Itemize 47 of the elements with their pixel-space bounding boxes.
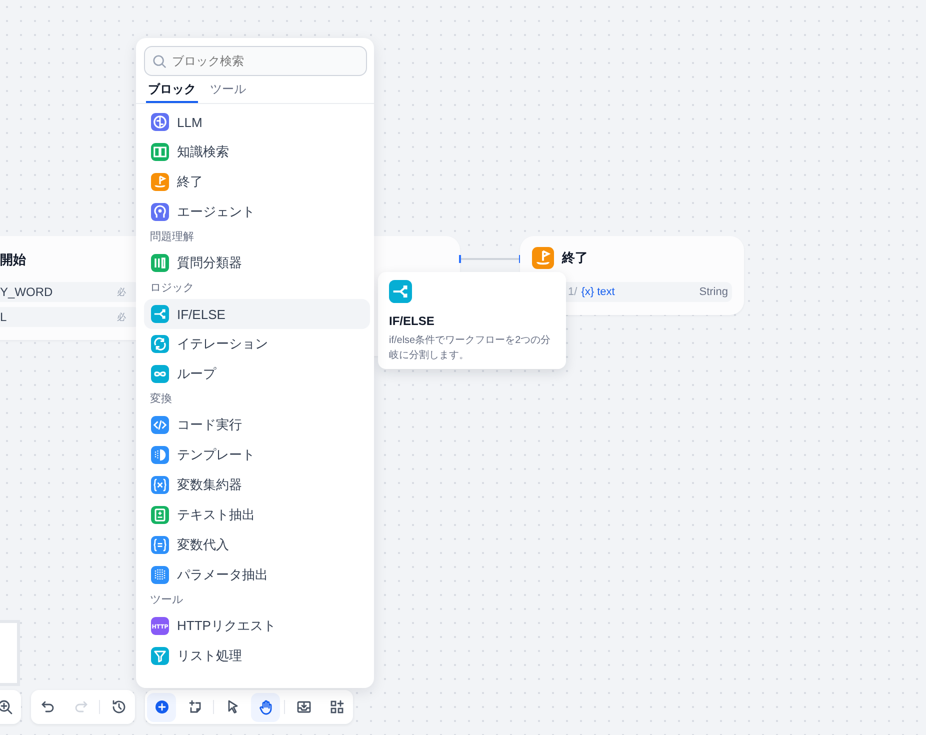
variable-name: Y_WORD: [0, 285, 53, 299]
export-icon: [296, 699, 312, 715]
tooltip-title: IF/ELSE: [389, 314, 436, 328]
undo-icon: [40, 699, 56, 715]
variable-name: L: [0, 310, 7, 324]
required-label: 必: [117, 310, 126, 324]
block-item[interactable]: LLM: [144, 107, 370, 137]
redo-icon: [72, 699, 88, 715]
hand-button[interactable]: [251, 692, 280, 722]
variable-type: String: [699, 286, 728, 298]
node-title: 開始: [0, 251, 27, 269]
block-item[interactable]: 変数代入: [144, 530, 370, 560]
add-button[interactable]: [147, 692, 176, 722]
block-item[interactable]: リスト処理: [144, 641, 370, 671]
history-icon: [110, 699, 126, 715]
block-item[interactable]: テンプレート: [144, 440, 370, 470]
group-heading: 変換: [149, 392, 173, 407]
block-item[interactable]: 終了: [144, 167, 370, 197]
tab[interactable]: ツール: [208, 78, 248, 103]
block-item[interactable]: IF/ELSE: [144, 299, 370, 329]
block-item[interactable]: パラメータ抽出: [144, 560, 370, 590]
add-icon: [154, 699, 170, 715]
tab[interactable]: ブロック: [146, 78, 198, 103]
node-title: 終了: [562, 249, 588, 267]
search-icon: [152, 54, 167, 69]
block-item[interactable]: 変数集約器: [144, 470, 370, 500]
connector-line: [459, 255, 521, 263]
block-item[interactable]: テキスト抽出: [144, 500, 370, 530]
group-heading: ロジック: [149, 281, 195, 296]
search-field[interactable]: ブロック検索: [144, 46, 367, 76]
hand-icon: [258, 699, 274, 715]
tooltip-description: if/else条件でワークフローを2つの分岐に分割します。: [389, 334, 552, 363]
block-item[interactable]: 知識検索: [144, 137, 370, 167]
variable-path: 1/: [568, 286, 578, 298]
block-item[interactable]: 質問分類器: [144, 248, 370, 278]
note-icon: [186, 699, 202, 715]
block-item[interactable]: エージェント: [144, 197, 370, 227]
group-heading: 問題理解: [149, 230, 195, 245]
block-item[interactable]: コード実行: [144, 410, 370, 440]
flag-icon: [532, 247, 554, 269]
zoom-in-icon: [0, 699, 12, 715]
required-label: 必: [117, 286, 126, 298]
apps-icon: [328, 699, 344, 715]
block-item[interactable]: イテレーション: [144, 329, 370, 359]
variable-name: {x} text: [581, 286, 615, 298]
block-item[interactable]: ループ: [144, 359, 370, 389]
group-heading: ツール: [149, 593, 184, 608]
